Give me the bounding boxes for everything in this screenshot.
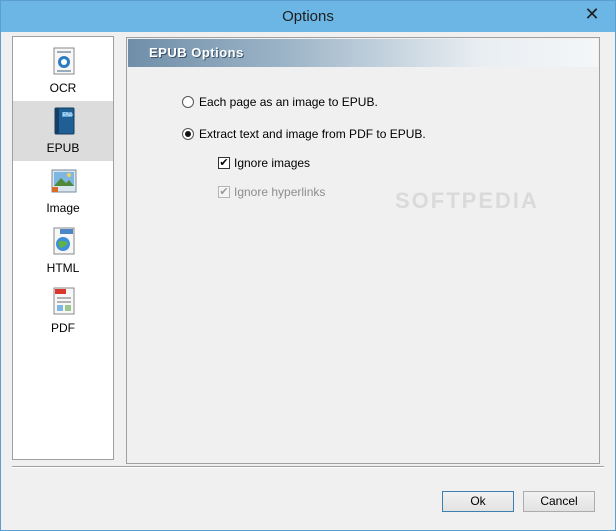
- separator-line: [12, 466, 604, 468]
- radio-button[interactable]: [182, 96, 194, 108]
- checkbox-checked[interactable]: ✔: [218, 157, 230, 169]
- checkbox-ignore-hyperlinks[interactable]: ✔ Ignore hyperlinks: [218, 185, 325, 199]
- softpedia-watermark: SOFTPEDIA: [395, 188, 539, 213]
- html-icon: [53, 227, 75, 255]
- epub-book-icon: EPub: [54, 107, 75, 135]
- pane-header-title: EPUB Options: [149, 45, 244, 60]
- close-button[interactable]: ✕: [577, 3, 607, 25]
- nav-label-image: Image: [46, 201, 80, 215]
- category-nav: OCR EPub EPUB Image HTML PDF: [12, 36, 114, 460]
- ok-button[interactable]: Ok: [442, 491, 514, 512]
- checkbox-ignore-images[interactable]: ✔ Ignore images: [218, 156, 310, 170]
- ocr-icon: [53, 47, 75, 75]
- nav-label-epub: EPUB: [46, 141, 80, 155]
- dialog-client-area: OCR EPub EPUB Image HTML PDF EPUB Option…: [8, 32, 608, 524]
- svg-text:EPub: EPub: [63, 112, 73, 117]
- image-icon: [51, 169, 77, 193]
- checkbox-label-disabled: Ignore hyperlinks: [234, 185, 326, 199]
- radio-button-selected[interactable]: [182, 128, 194, 140]
- nav-item-html[interactable]: HTML: [13, 221, 113, 281]
- checkbox-checked-disabled[interactable]: ✔: [218, 186, 230, 198]
- nav-item-epub[interactable]: EPub EPUB: [13, 101, 113, 161]
- checkbox-label: Ignore images: [234, 156, 311, 170]
- window-title: Options: [282, 8, 334, 25]
- pdf-icon: [53, 287, 75, 315]
- nav-item-ocr[interactable]: OCR: [13, 41, 113, 101]
- nav-label-ocr: OCR: [49, 81, 77, 95]
- radio-each-page-image[interactable]: Each page as an image to EPUB.: [182, 95, 378, 109]
- nav-item-image[interactable]: Image: [13, 161, 113, 221]
- pane-header: EPUB Options: [128, 39, 598, 67]
- radio-label: Extract text and image from PDF to EPUB.: [199, 127, 426, 141]
- radio-label: Each page as an image to EPUB.: [199, 95, 378, 109]
- nav-label-pdf: PDF: [51, 321, 75, 335]
- radio-extract-text-image[interactable]: Extract text and image from PDF to EPUB.: [182, 127, 426, 141]
- nav-label-html: HTML: [46, 261, 80, 275]
- nav-item-pdf[interactable]: PDF: [13, 281, 113, 341]
- options-window: Options ✕ OCR EPub EPUB Image HTML PDF E…: [0, 0, 616, 531]
- epub-options-pane: EPUB Options SOFTPEDIA Each page as an i…: [126, 37, 600, 464]
- title-bar[interactable]: Options ✕: [1, 1, 615, 32]
- cancel-button[interactable]: Cancel: [523, 491, 595, 512]
